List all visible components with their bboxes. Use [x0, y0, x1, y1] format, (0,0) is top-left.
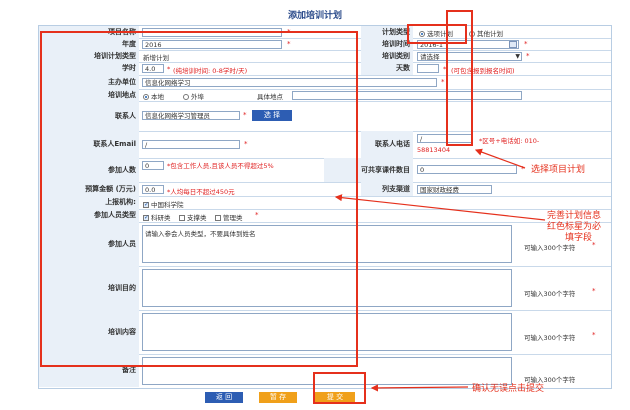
annotation-fill-info-3: 填字段 — [565, 233, 593, 243]
arrow-confirm — [370, 384, 469, 392]
arrow-fill-info — [334, 194, 546, 221]
annotation-arrows — [334, 148, 546, 392]
annotation-select-plan: 选择项目计划 — [531, 165, 586, 175]
annotation-confirm: 确认无误点击提交 — [472, 384, 545, 394]
arrow-select-plan — [474, 148, 526, 169]
